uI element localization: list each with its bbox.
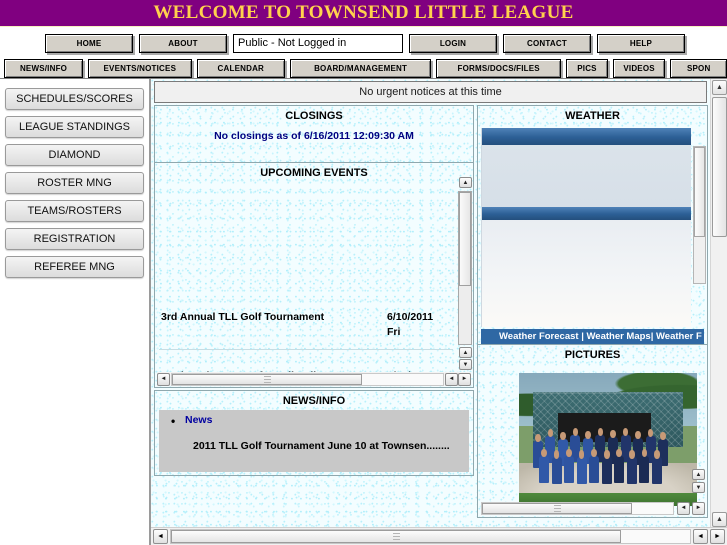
- nav-tab-pics[interactable]: PICS: [566, 58, 608, 78]
- urgent-notice-text: No urgent notices at this time: [359, 86, 502, 98]
- page-title: WELCOME TO TOWNSEND LITTLE LEAGUE: [153, 2, 574, 23]
- pictures-heading: PICTURES: [564, 349, 621, 361]
- window-scroll-right-arrow[interactable]: ►: [710, 529, 725, 544]
- pictures-scroll-down-arrow[interactable]: ▼: [692, 482, 705, 493]
- pictures-hscroll-thumb[interactable]: [482, 502, 632, 514]
- nav-tab-news-info[interactable]: NEWS/INFO: [4, 58, 84, 78]
- nav-tab-forms-docs-files[interactable]: FORMS/DOCS/FILES: [436, 58, 562, 78]
- pictures-scroll-up-arrow[interactable]: ▲: [692, 469, 705, 480]
- left-content-column: CLOSINGS No closings as of 6/16/2011 12:…: [154, 105, 474, 518]
- urgent-notice-bar: No urgent notices at this time: [154, 81, 707, 103]
- sidebar: SCHEDULES/SCORES LEAGUE STANDINGS DIAMON…: [0, 79, 151, 545]
- team-photo-thumbnail[interactable]: [519, 373, 697, 506]
- events-scroll-up-arrow[interactable]: ▲: [459, 177, 472, 188]
- news-category-link[interactable]: News: [159, 414, 469, 428]
- nav-tab-events-notices[interactable]: EVENTS/NOTICES: [88, 58, 192, 78]
- sidebar-item-schedules-scores[interactable]: SCHEDULES/SCORES: [5, 88, 144, 110]
- event-day: Fri: [387, 326, 401, 338]
- event-separator: [159, 349, 453, 350]
- application-window: WELCOME TO TOWNSEND LITTLE LEAGUE HOME A…: [0, 0, 727, 545]
- pictures-scroll-left-arrow[interactable]: ◄: [677, 501, 690, 515]
- pictures-panel: PICTURES ▲ ▼ ◄ ►: [477, 345, 708, 518]
- news-info-heading: NEWS/INFO: [282, 395, 346, 407]
- page-body: SCHEDULES/SCORES LEAGUE STANDINGS DIAMON…: [0, 79, 727, 545]
- grip-icon: [392, 533, 400, 540]
- event-date: 6/10/2011: [387, 311, 434, 323]
- events-scroll-down-arrow[interactable]: ▼: [459, 359, 472, 370]
- nav-button-home[interactable]: HOME: [45, 33, 133, 53]
- window-hscroll-thumb[interactable]: [171, 530, 621, 543]
- weather-forecast-bar: [482, 207, 691, 220]
- weather-links-bar[interactable]: Weather Forecast | Weather Maps| Weather…: [481, 329, 704, 344]
- main-scroll-up-arrow[interactable]: ▲: [712, 80, 727, 95]
- main-vertical-scrollbar[interactable]: ▲ ▲ ▼: [710, 79, 727, 545]
- window-horizontal-scrollbar[interactable]: ◄ ◄ ►: [151, 527, 727, 545]
- events-scroll-right-arrow[interactable]: ►: [458, 372, 471, 386]
- nav-button-login[interactable]: LOGIN: [409, 33, 497, 53]
- weather-current-conditions: [482, 145, 691, 207]
- events-hscroll-track[interactable]: [171, 372, 444, 386]
- weather-scroll-thumb[interactable]: [694, 147, 705, 237]
- closings-panel: CLOSINGS No closings as of 6/16/2011 12:…: [154, 105, 474, 163]
- nav-tab-sponsors[interactable]: SPON: [670, 58, 727, 78]
- weather-forecast-body: [482, 220, 691, 327]
- pictures-hscroll-track[interactable]: [481, 501, 674, 515]
- closings-heading: CLOSINGS: [285, 110, 343, 122]
- news-info-body: News 2011 TLL Golf Tournament June 10 at…: [159, 410, 469, 472]
- weather-vertical-scrollbar[interactable]: [693, 146, 706, 284]
- events-vertical-scrollbar[interactable]: [458, 191, 472, 345]
- site-banner: WELCOME TO TOWNSEND LITTLE LEAGUE: [0, 0, 727, 27]
- weather-widget-header-bar: [482, 128, 691, 145]
- event-row-1[interactable]: 3rd Annual TLL Golf Tournament 6/10/2011: [155, 311, 457, 323]
- main-scroll-up-arrow-2[interactable]: ▲: [712, 512, 727, 527]
- pictures-vertical-scroll-controls[interactable]: ▲ ▼: [692, 469, 705, 493]
- nav-button-about[interactable]: ABOUT: [139, 33, 227, 53]
- nav-button-help[interactable]: HELP: [597, 33, 685, 53]
- nav-tab-board-management[interactable]: BOARD/MANAGEMENT: [290, 58, 432, 78]
- sidebar-item-referee-mng[interactable]: REFEREE MNG: [5, 256, 144, 278]
- news-info-panel: NEWS/INFO News 2011 TLL Golf Tournament …: [154, 390, 474, 476]
- main-content-area: No urgent notices at this time CLOSINGS …: [151, 79, 727, 545]
- sidebar-item-roster-mng[interactable]: ROSTER MNG: [5, 172, 144, 194]
- sidebar-item-league-standings[interactable]: LEAGUE STANDINGS: [5, 116, 144, 138]
- weather-widget: [481, 128, 691, 327]
- pictures-horizontal-scrollbar[interactable]: ◄ ►: [480, 501, 705, 515]
- sidebar-item-diamond[interactable]: DIAMOND: [5, 144, 144, 166]
- grip-icon: [263, 375, 271, 383]
- login-status-field[interactable]: [233, 33, 403, 53]
- news-headline[interactable]: 2011 TLL Golf Tournament June 10 at Town…: [159, 426, 469, 452]
- window-scroll-left-arrow[interactable]: ◄: [153, 529, 168, 544]
- events-scroll-thumb[interactable]: [459, 192, 471, 286]
- event-day-1: Fri: [155, 326, 457, 338]
- upcoming-events-heading: UPCOMING EVENTS: [260, 167, 368, 179]
- event-name: 3rd Annual TLL Golf Tournament: [161, 311, 325, 323]
- main-scroll-thumb[interactable]: [712, 97, 727, 237]
- upcoming-events-panel: UPCOMING EVENTS 3rd Annual TLL Golf Tour…: [154, 163, 474, 388]
- section-navigation-bar: NEWS/INFO EVENTS/NOTICES CALENDAR BOARD/…: [0, 58, 727, 78]
- weather-heading: WEATHER: [565, 110, 620, 122]
- right-content-column: WEATHER Weather Forecast | Weather Maps|…: [477, 105, 708, 518]
- sidebar-item-registration[interactable]: REGISTRATION: [5, 228, 144, 250]
- window-hscroll-track[interactable]: [170, 529, 691, 544]
- nav-button-contact[interactable]: CONTACT: [503, 33, 591, 53]
- grip-icon: [553, 504, 561, 512]
- pictures-scroll-right-arrow[interactable]: ►: [692, 501, 705, 515]
- events-scroll-left-arrow-2[interactable]: ◄: [445, 372, 458, 386]
- events-horizontal-scrollbar[interactable]: ◄ ◄ ►: [157, 372, 471, 386]
- sidebar-item-teams-rosters[interactable]: TEAMS/ROSTERS: [5, 200, 144, 222]
- events-hscroll-thumb[interactable]: [172, 373, 362, 385]
- events-scroll-up-arrow-2[interactable]: ▲: [459, 347, 472, 358]
- weather-panel: WEATHER Weather Forecast | Weather Maps|…: [477, 105, 708, 345]
- window-scroll-left-arrow-2[interactable]: ◄: [693, 529, 708, 544]
- team-photo-image: [519, 373, 697, 506]
- nav-tab-calendar[interactable]: CALENDAR: [196, 58, 286, 78]
- top-navigation-bar: HOME ABOUT LOGIN CONTACT HELP: [0, 32, 727, 54]
- events-scroll-left-arrow[interactable]: ◄: [157, 372, 170, 386]
- nav-tab-videos[interactable]: VIDEOS: [612, 58, 666, 78]
- closings-message: No closings as of 6/16/2011 12:09:30 AM: [214, 130, 414, 142]
